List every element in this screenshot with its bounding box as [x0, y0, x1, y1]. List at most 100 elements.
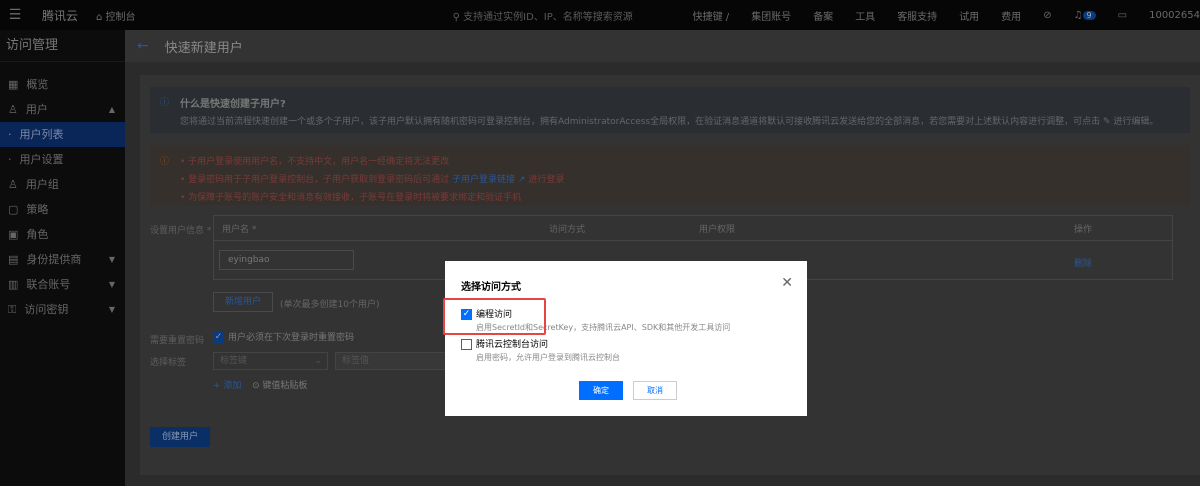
- add-user-hint: (单次最多创建10个用户): [280, 300, 380, 310]
- tag-key-select[interactable]: 标签键 ⌄: [213, 352, 328, 370]
- sidebar-item-idp[interactable]: ▤ 身份提供商 ▼: [0, 247, 125, 272]
- paste-board-link[interactable]: ⊙ 键值粘贴板: [252, 378, 307, 391]
- console-link[interactable]: ⌂ 控制台: [96, 8, 136, 23]
- add-user-button[interactable]: 新增用户: [213, 292, 273, 312]
- user-icon: ♙: [8, 103, 18, 116]
- sidebar-item-user[interactable]: ♙ 用户 ▲: [0, 97, 125, 122]
- paste-label: 键值粘贴板: [262, 381, 308, 391]
- shortcut-key[interactable]: 快捷键 /: [693, 8, 730, 23]
- sidebar-item-user-group[interactable]: ♙ 用户组: [0, 172, 125, 197]
- help-icon[interactable]: ⊘: [1043, 10, 1051, 21]
- option-desc: 启用SecretId和SecretKey，支持腾讯云API、SDK和其他开发工具…: [476, 323, 731, 332]
- table-header: 用户名 * 访问方式 用户权限 操作: [214, 216, 1172, 241]
- warning-banner: ⓘ • 子用户登录使用用户名，不支持中文，用户名一经确定将无法更改 • 登录密码…: [150, 145, 1190, 205]
- bell-icon[interactable]: ♫ 9: [1074, 10, 1096, 21]
- role-icon: ▣: [8, 228, 19, 241]
- tag-label: 选择标签: [150, 358, 187, 368]
- notification-badge: 9: [1082, 10, 1096, 20]
- sidebar-item-label: 用户设置: [19, 153, 64, 166]
- dot-icon: ·: [8, 128, 12, 141]
- chevron-down-icon: ▼: [108, 305, 115, 314]
- subuser-login-link[interactable]: 子用户登录链接: [452, 175, 515, 185]
- page-header: ← 快速新建用户: [125, 30, 1200, 62]
- sidebar: 访问管理 ▦ 概览 ♙ 用户 ▲ · 用户列表 · 用户设置 ♙ 用户组 ▢ 策略 ▣ 角色 ▤…: [0, 30, 125, 486]
- message-icon[interactable]: ▭: [1118, 10, 1127, 21]
- col-action: 操作: [1074, 224, 1093, 235]
- external-link-icon: ↗: [515, 175, 526, 185]
- sidebar-item-label: 策略: [26, 203, 49, 216]
- warning-line: • 子用户登录使用用户名，不支持中文，用户名一经确定将无法更改: [180, 157, 450, 167]
- sidebar-item-label: 用户列表: [19, 128, 64, 141]
- checkbox-checked-icon[interactable]: ✓: [461, 309, 472, 320]
- federation-icon: ▥: [8, 278, 19, 291]
- info-title: 什么是快速创建子用户?: [180, 99, 286, 110]
- paste-icon: ⊙: [252, 381, 260, 391]
- nav-support[interactable]: 客服支持: [897, 8, 937, 23]
- chevron-down-icon: ▼: [108, 280, 115, 289]
- sidebar-item-label: 身份提供商: [26, 253, 82, 266]
- create-user-button[interactable]: 创建用户: [150, 427, 210, 447]
- sidebar-item-user-settings[interactable]: · 用户设置: [0, 147, 125, 172]
- info-banner: ⓘ 什么是快速创建子用户? 您将通过当前流程快速创建一个或多个子用户，该子用户默…: [150, 87, 1190, 133]
- chevron-down-icon: ▼: [108, 255, 115, 264]
- nav-trial[interactable]: 试用: [959, 8, 979, 23]
- col-permission: 用户权限: [699, 224, 736, 235]
- logo[interactable]: 腾讯云: [42, 7, 78, 24]
- info-icon: ⓘ: [160, 98, 170, 108]
- option-console[interactable]: 腾讯云控制台访问 启用密码，允许用户登录到腾讯云控制台: [461, 337, 620, 363]
- main-content: ← 快速新建用户 ⓘ 什么是快速创建子用户? 您将通过当前流程快速创建一个或多个…: [125, 30, 1200, 486]
- sidebar-item-user-list[interactable]: · 用户列表: [0, 122, 125, 147]
- reset-password-checkbox[interactable]: ✓ 用户必须在下次登录时重置密码: [213, 330, 354, 343]
- nav-billing[interactable]: 费用: [1001, 8, 1021, 23]
- sidebar-item-label: 概览: [26, 78, 49, 91]
- sidebar-item-label: 用户组: [25, 178, 59, 191]
- reset-password-text: 用户必须在下次登录时重置密码: [228, 333, 355, 343]
- key-icon: ⚿: [8, 303, 17, 316]
- nav-tools[interactable]: 工具: [855, 8, 875, 23]
- back-arrow-icon[interactable]: ←: [137, 38, 149, 54]
- nav-icp[interactable]: 备案: [813, 8, 833, 23]
- grid-icon: ▦: [8, 78, 19, 91]
- sidebar-item-policy[interactable]: ▢ 策略: [0, 197, 125, 222]
- menu-icon[interactable]: ☰: [0, 7, 30, 23]
- search-placeholder: 支持通过实例ID、IP、名称等搜索资源: [463, 11, 633, 23]
- cancel-button[interactable]: 取消: [633, 381, 677, 400]
- option-programmatic[interactable]: ✓ 编程访问 启用SecretId和SecretKey，支持腾讯云API、SDK和…: [461, 307, 730, 333]
- warning-suffix: 进行登录: [525, 175, 565, 185]
- option-label: 腾讯云控制台访问: [476, 340, 549, 350]
- users-icon: ♙: [8, 178, 18, 191]
- sidebar-item-label: 联合账号: [26, 278, 71, 291]
- idp-icon: ▤: [8, 253, 19, 266]
- sidebar-item-overview[interactable]: ▦ 概览: [0, 72, 125, 97]
- sidebar-item-access-key[interactable]: ⚿ 访问密钥 ▼: [0, 297, 125, 322]
- chevron-down-icon: ⌄: [314, 356, 322, 366]
- warning-line: • 为保障子账号的账户安全和消息有效接收，子账号在登录时将被要求绑定和验证手机: [180, 193, 522, 203]
- tag-value-input[interactable]: 标签值: [335, 352, 450, 370]
- page-title: 快速新建用户: [164, 40, 243, 56]
- warning-icon: ⓘ: [160, 157, 170, 167]
- console-label: 控制台: [105, 11, 136, 23]
- nav-group-account[interactable]: 集团账号: [751, 8, 791, 23]
- top-bar: ☰ 腾讯云 ⌂ 控制台 ⚲ 支持通过实例ID、IP、名称等搜索资源 快捷键 / …: [0, 0, 1200, 30]
- checkbox-unchecked-icon[interactable]: [461, 339, 472, 350]
- account-id[interactable]: 10002654: [1149, 10, 1200, 21]
- col-username: 用户名 *: [222, 224, 257, 235]
- policy-icon: ▢: [8, 203, 19, 216]
- reset-password-label: 需要重置密码: [150, 336, 205, 346]
- sidebar-item-label: 访问密钥: [24, 303, 69, 316]
- sidebar-item-role[interactable]: ▣ 角色: [0, 222, 125, 247]
- search-input[interactable]: ⚲ 支持通过实例ID、IP、名称等搜索资源: [453, 8, 673, 23]
- add-tag-link[interactable]: + 添加: [213, 378, 241, 391]
- sidebar-item-label: 用户: [25, 103, 48, 116]
- dialog-title: 选择访问方式: [461, 282, 521, 293]
- dot-icon: ·: [8, 153, 12, 166]
- chevron-up-icon: ▲: [108, 105, 115, 114]
- delete-link[interactable]: 删除: [1074, 256, 1092, 269]
- confirm-button[interactable]: 确定: [579, 381, 623, 400]
- sidebar-item-federation[interactable]: ▥ 联合账号 ▼: [0, 272, 125, 297]
- username-input[interactable]: eyingbao: [219, 250, 354, 270]
- col-access: 访问方式: [549, 224, 586, 235]
- close-icon[interactable]: ✕: [781, 275, 793, 291]
- warning-line: • 登录密码用于子用户登录控制台，子用户获取到登录密码后可通过: [180, 175, 453, 185]
- access-method-dialog: 选择访问方式 ✕ ✓ 编程访问 启用SecretId和SecretKey，支持腾讯…: [445, 261, 807, 416]
